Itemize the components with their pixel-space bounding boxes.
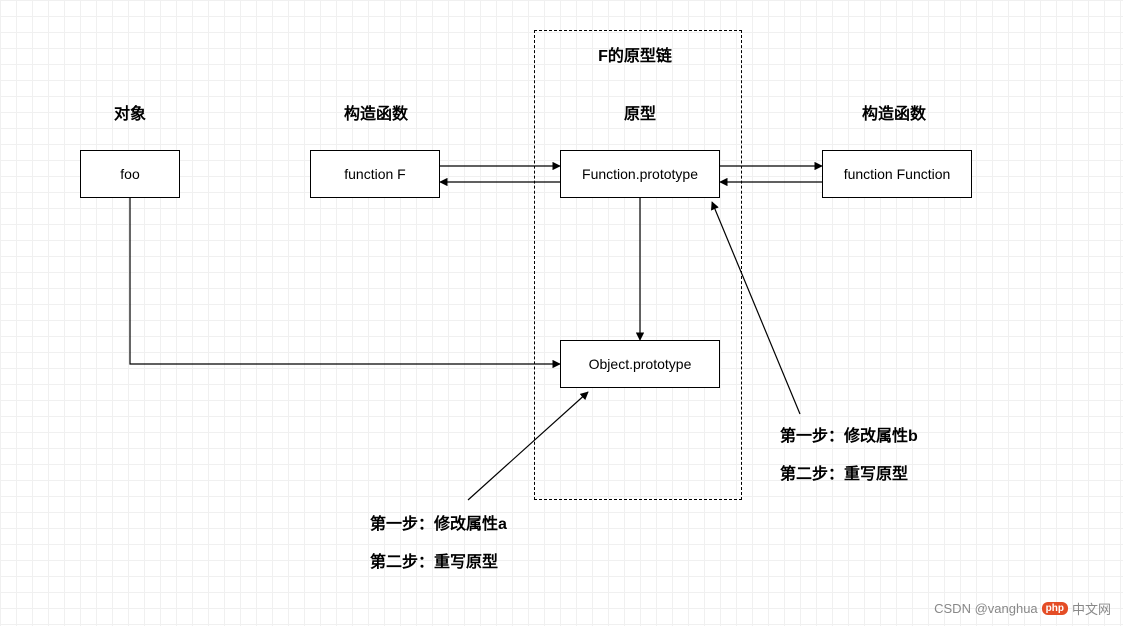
watermark-author: CSDN @vanghua bbox=[934, 601, 1038, 616]
node-function-function: function Function bbox=[822, 150, 972, 198]
node-function-prototype-label: Function.prototype bbox=[582, 166, 698, 182]
node-function-f-label: function F bbox=[344, 166, 405, 182]
node-function-f: function F bbox=[310, 150, 440, 198]
watermark-brand: 中文网 bbox=[1072, 599, 1111, 618]
header-chain-title: F的原型链 bbox=[545, 42, 725, 66]
header-prototype: 原型 bbox=[610, 100, 670, 124]
header-object: 对象 bbox=[100, 100, 160, 124]
node-foo: foo bbox=[80, 150, 180, 198]
annotation-right-line2: 第二步：重写原型 bbox=[780, 460, 908, 484]
node-object-prototype-label: Object.prototype bbox=[589, 356, 692, 372]
php-badge: php bbox=[1042, 602, 1068, 615]
annotation-right-line1: 第一步：修改属性b bbox=[780, 422, 918, 446]
annotation-left-line1: 第一步：修改属性a bbox=[370, 510, 507, 534]
node-function-function-label: function Function bbox=[844, 166, 951, 182]
annotation-left-line2: 第二步：重写原型 bbox=[370, 548, 498, 572]
arrow-foo-to-oproto bbox=[130, 198, 560, 364]
node-foo-label: foo bbox=[120, 166, 139, 182]
node-function-prototype: Function.prototype bbox=[560, 150, 720, 198]
node-object-prototype: Object.prototype bbox=[560, 340, 720, 388]
header-constructor-2: 构造函数 bbox=[854, 100, 934, 124]
watermark-right: CSDN @vanghua php 中文网 bbox=[934, 599, 1111, 618]
header-constructor-1: 构造函数 bbox=[336, 100, 416, 124]
